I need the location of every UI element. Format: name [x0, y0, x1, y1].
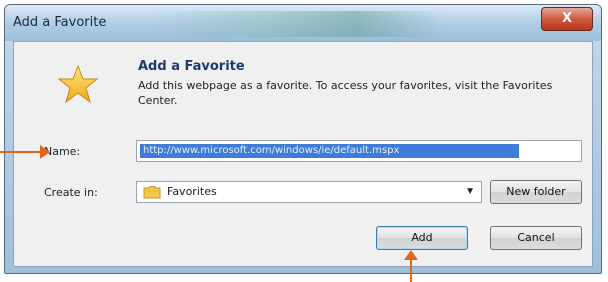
new-folder-button[interactable]: New folder — [490, 180, 582, 204]
name-field[interactable]: http://www.microsoft.com/windows/ie/defa… — [136, 140, 582, 162]
annotation-arrow-add — [410, 258, 412, 282]
close-button[interactable]: X — [541, 7, 593, 31]
annotation-arrowhead-add — [404, 250, 418, 260]
annotation-arrow-name — [0, 151, 44, 153]
dialog-window: Add a Favorite X Add a Favorite Add this… — [4, 4, 602, 274]
dialog-heading: Add a Favorite — [138, 59, 245, 74]
dialog-description: Add this webpage as a favorite. To acces… — [138, 79, 553, 107]
star-icon — [58, 64, 98, 104]
annotation-arrowhead-name — [40, 145, 50, 159]
dialog-body: Add a Favorite Add this webpage as a fav… — [13, 41, 593, 267]
create-in-value: Favorites — [167, 185, 217, 198]
chevron-down-icon[interactable]: ▼ — [465, 186, 475, 197]
create-in-select[interactable]: Favorites ▼ — [136, 181, 482, 203]
title-bar-glass — [153, 11, 443, 37]
title-bar[interactable]: Add a Favorite X — [5, 5, 601, 41]
cancel-button[interactable]: Cancel — [490, 226, 582, 250]
create-in-label: Create in: — [44, 186, 98, 199]
name-field-value: http://www.microsoft.com/windows/ie/defa… — [140, 144, 519, 158]
window-title: Add a Favorite — [13, 15, 107, 30]
folder-icon — [143, 186, 161, 199]
add-button[interactable]: Add — [376, 226, 468, 250]
